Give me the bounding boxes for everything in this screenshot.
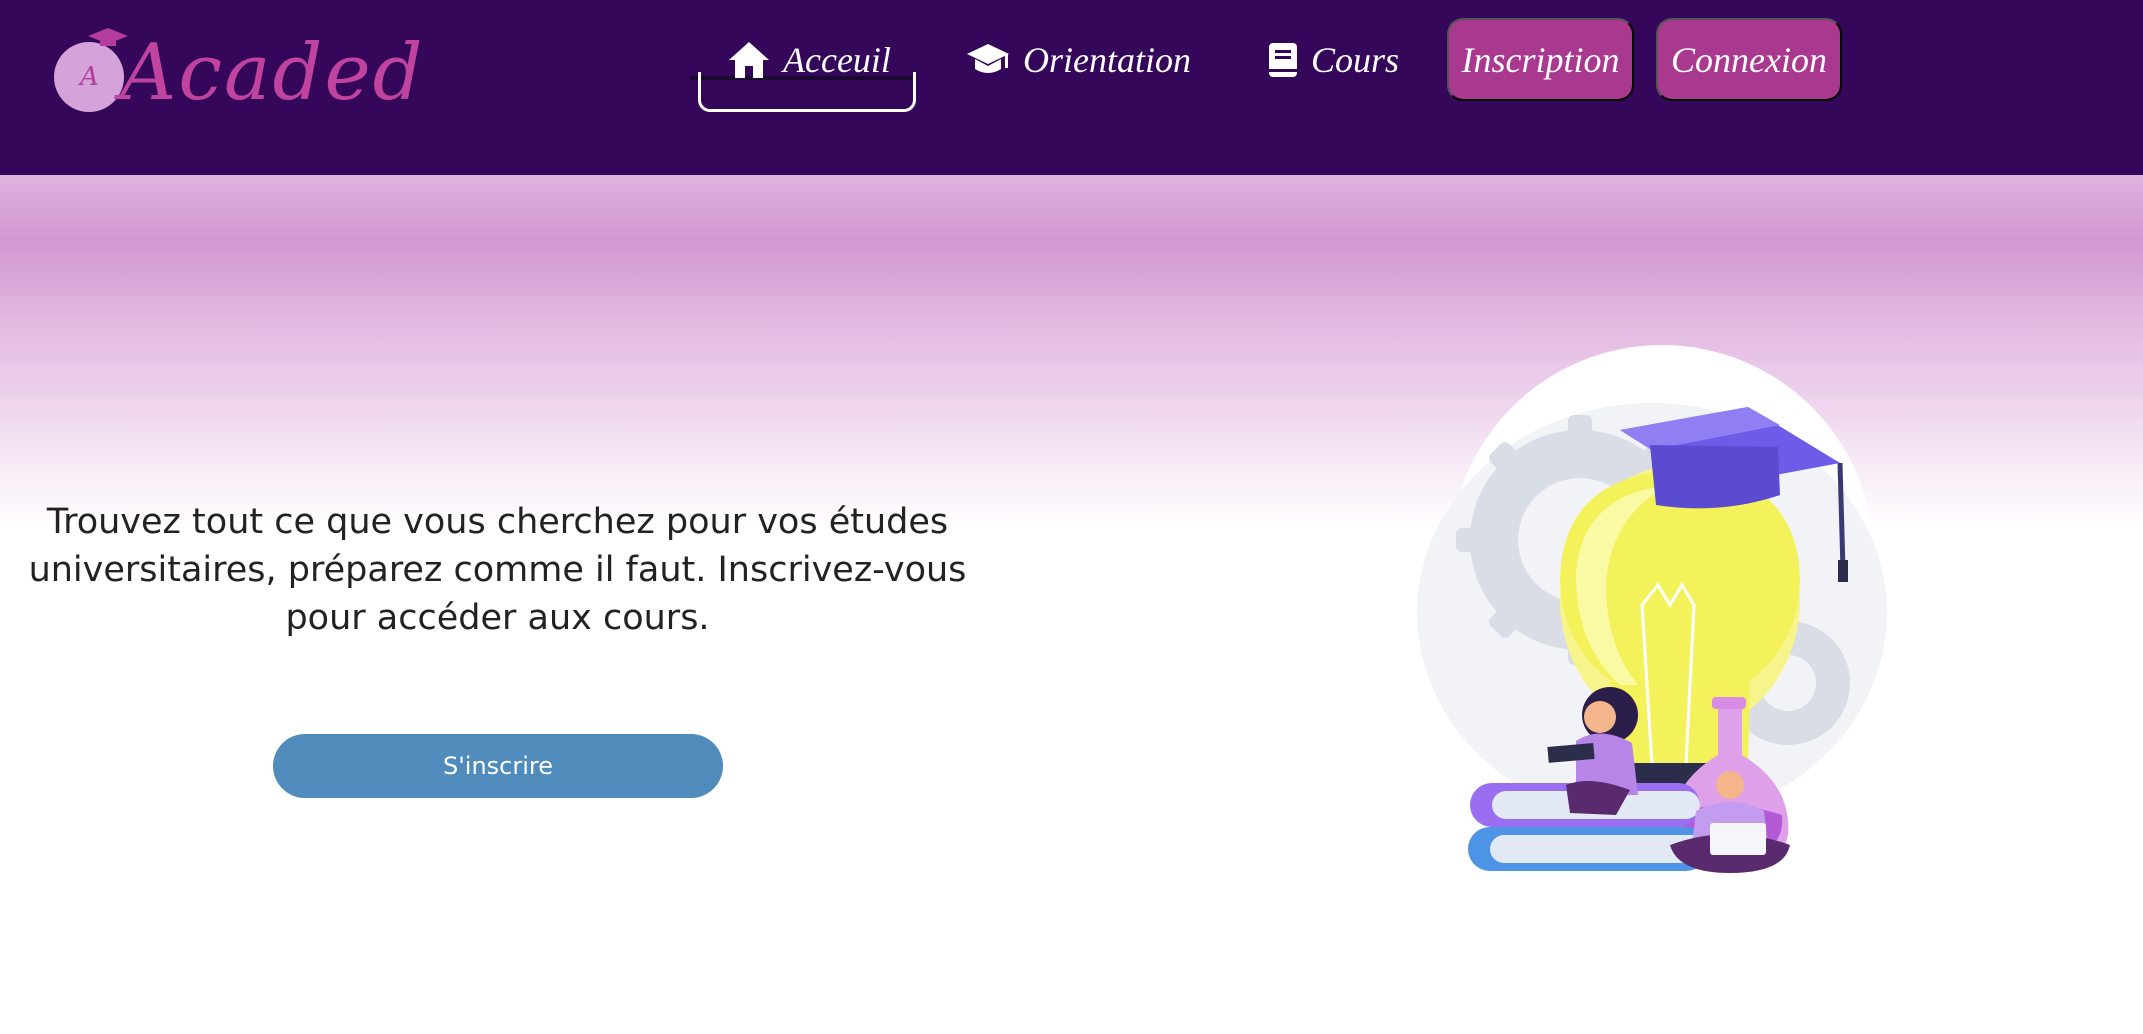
nav-link-label: Orientation [1023,40,1191,80]
book-icon [1269,43,1297,77]
home-icon [729,42,769,78]
nav-link-label: Cours [1311,40,1400,80]
graduation-cap-icon [967,44,1009,73]
top-navigation-bar: A Acaded Acceuil Orientation Cours Inscr… [0,0,2143,175]
signup-cta-button[interactable]: S'inscrire [273,734,723,798]
hero-description: Trouvez tout ce que vous cherchez pour v… [28,502,967,638]
nav-link-orientation[interactable]: Orientation [965,30,1191,90]
inscription-button[interactable]: Inscription [1447,18,1634,101]
nav-link-acceuil[interactable]: Acceuil [727,30,891,90]
nav-link-cours[interactable]: Cours [1267,30,1399,90]
connexion-button[interactable]: Connexion [1656,18,1842,101]
education-lightbulb-illustration [1417,345,1887,873]
nav-link-label: Acceuil [783,40,891,80]
main-nav: Acceuil Orientation Cours Inscription Co… [0,0,2143,175]
